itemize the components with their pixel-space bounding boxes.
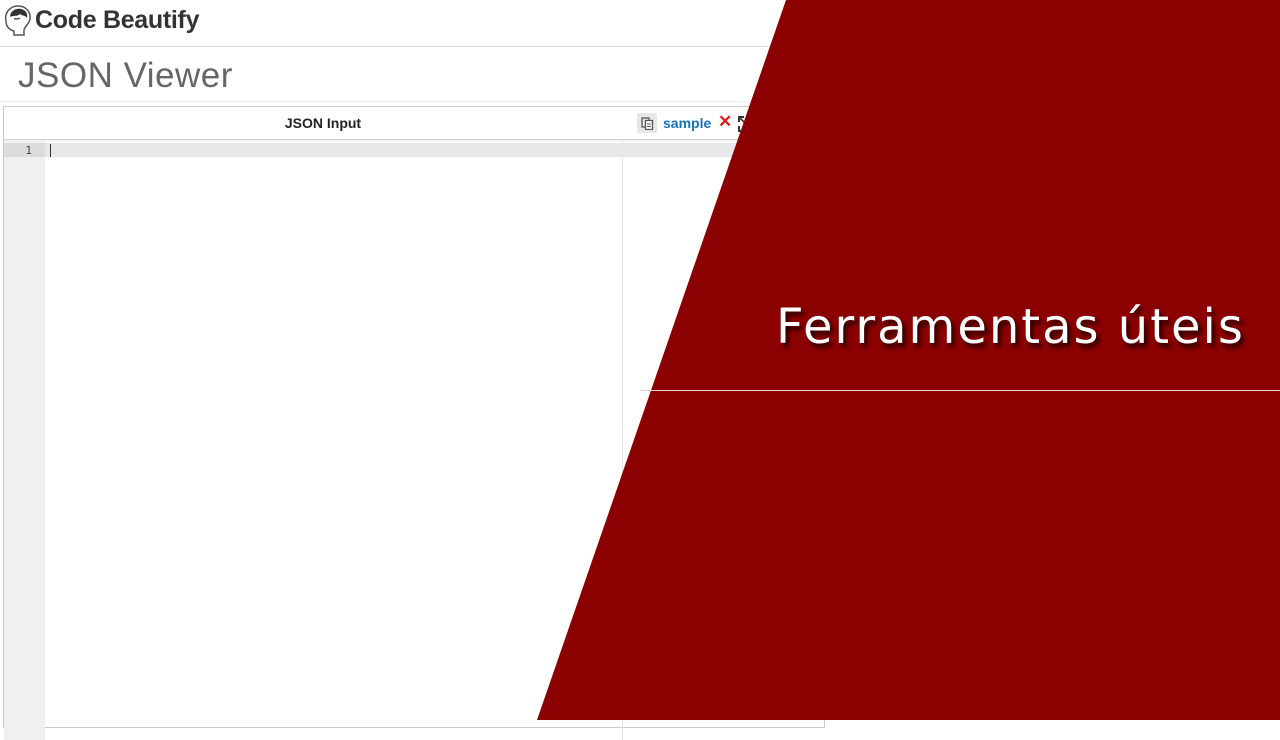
print-margin <box>622 140 623 740</box>
site-logo[interactable]: Code Beautify <box>2 3 199 37</box>
brain-head-icon <box>4 5 31 36</box>
editor-header: JSON Input sample ✕ <box>4 107 824 140</box>
json-input-panel: JSON Input sample ✕ 1 <box>3 106 825 740</box>
active-gutter-cell: 1 <box>4 143 45 157</box>
line-number: 1 <box>25 144 32 157</box>
page-title: JSON Viewer <box>18 56 233 95</box>
close-icon[interactable]: ✕ <box>718 112 732 132</box>
editor-title: JSON Input <box>284 115 362 131</box>
logo-text: Code Beautify <box>35 5 200 34</box>
json-input-editor[interactable] <box>45 143 825 157</box>
line-number-gutter <box>4 140 45 740</box>
sample-button[interactable]: sample <box>663 115 711 131</box>
top-bar: Code Beautify <box>0 0 1280 47</box>
overlay-title: Ferramentas úteis <box>776 299 1245 355</box>
divider <box>0 101 800 102</box>
copy-icon[interactable] <box>637 113 657 133</box>
text-cursor <box>50 144 51 157</box>
fullscreen-icon[interactable] <box>737 115 755 133</box>
